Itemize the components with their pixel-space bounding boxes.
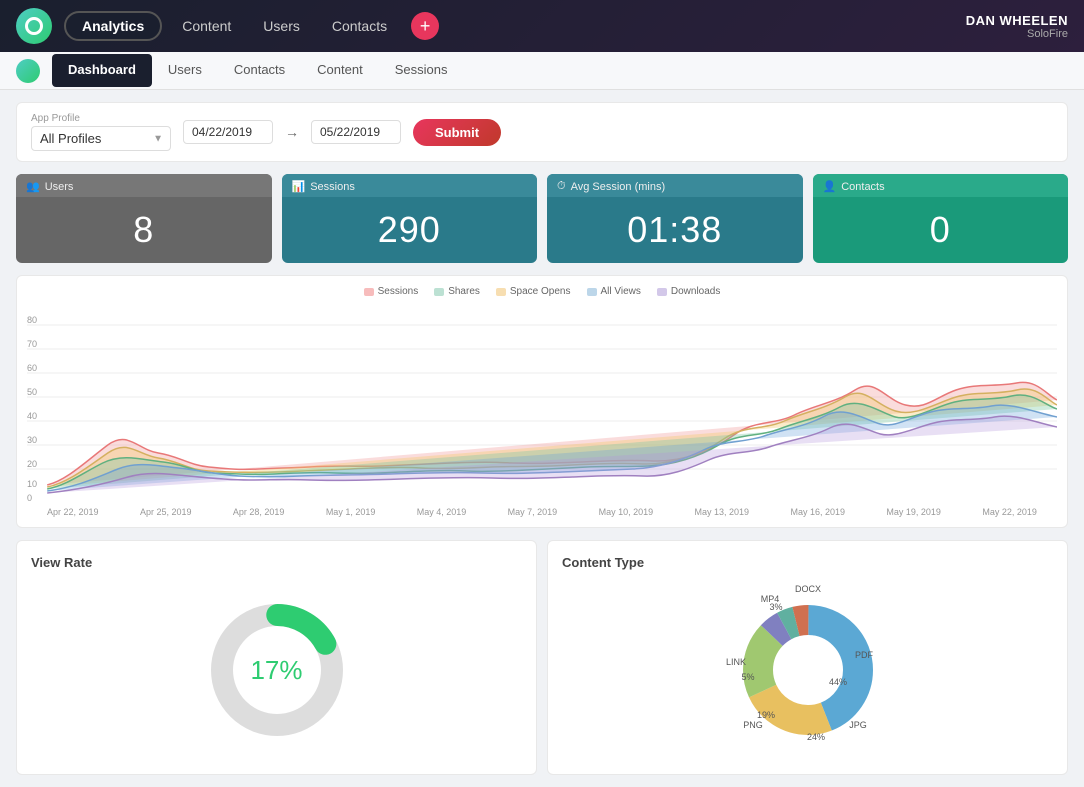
- sessions-card: 📊 Sessions 290: [282, 174, 538, 263]
- avg-session-value: 01:38: [547, 197, 803, 263]
- user-name: DAN WHEELEN: [966, 13, 1068, 28]
- x-axis-label: May 16, 2019: [790, 507, 845, 517]
- svg-text:30: 30: [27, 435, 37, 445]
- sessions-icon: 📊: [292, 180, 306, 193]
- sessions-label: 📊 Sessions: [282, 174, 538, 197]
- x-axis-labels: Apr 22, 2019 Apr 25, 2019 Apr 28, 2019 May …: [27, 505, 1057, 517]
- x-axis-label: Apr 28, 2019: [233, 507, 285, 517]
- filter-bar: App Profile All Profiles ▼ → Submit: [16, 102, 1068, 162]
- x-axis-label: May 22, 2019: [982, 507, 1037, 517]
- content-type-panel: Content Type: [547, 540, 1068, 775]
- donut-chart: 17%: [197, 590, 357, 750]
- svg-text:DOCX: DOCX: [794, 584, 820, 594]
- stats-row: 👥 Users 8 📊 Sessions 290 ⏱ Avg Session (…: [16, 174, 1068, 263]
- contacts-card: 👤 Contacts 0: [813, 174, 1069, 263]
- subnav-users[interactable]: Users: [152, 54, 218, 87]
- x-axis-label: Apr 22, 2019: [47, 507, 99, 517]
- contacts-value: 0: [813, 197, 1069, 263]
- donut-chart-wrapper: 17%: [31, 580, 522, 760]
- submit-button[interactable]: Submit: [413, 119, 501, 146]
- x-axis-label: Apr 25, 2019: [140, 507, 192, 517]
- nav-content[interactable]: Content: [170, 13, 243, 39]
- svg-text:0: 0: [27, 493, 32, 503]
- main-content: App Profile All Profiles ▼ → Submit 👥 Us…: [0, 90, 1084, 787]
- view-rate-title: View Rate: [31, 555, 522, 570]
- contacts-label: 👤 Contacts: [813, 174, 1069, 197]
- users-label: 👥 Users: [16, 174, 272, 197]
- pie-svg: PDF JPG PNG LINK MP4 DOCX 44% 24% 19% 5%…: [708, 580, 908, 760]
- svg-text:3%: 3%: [769, 602, 782, 612]
- date-from-input[interactable]: [183, 120, 273, 144]
- svg-text:LINK: LINK: [725, 657, 745, 667]
- users-icon: 👥: [26, 180, 40, 193]
- sub-nav-logo: [16, 59, 40, 83]
- app-profile-select-wrapper: All Profiles ▼: [31, 126, 171, 151]
- svg-text:5%: 5%: [741, 672, 754, 682]
- view-rate-panel: View Rate 17%: [16, 540, 537, 775]
- contacts-icon: 👤: [823, 180, 837, 193]
- top-navigation: Analytics Content Users Contacts + DAN W…: [0, 0, 1084, 52]
- app-profile-select[interactable]: All Profiles: [31, 126, 171, 151]
- user-company: SoloFire: [966, 28, 1068, 40]
- legend-item-space opens: Space Opens: [496, 286, 571, 297]
- svg-text:44%: 44%: [828, 677, 846, 687]
- avg-session-card: ⏱ Avg Session (mins) 01:38: [547, 174, 803, 263]
- x-axis-label: May 4, 2019: [417, 507, 467, 517]
- x-axis-label: May 7, 2019: [508, 507, 558, 517]
- user-info: DAN WHEELEN SoloFire: [966, 13, 1068, 40]
- subnav-sessions[interactable]: Sessions: [379, 54, 464, 87]
- legend-item-all views: All Views: [587, 286, 641, 297]
- svg-text:60: 60: [27, 363, 37, 373]
- nav-contacts[interactable]: Contacts: [320, 13, 399, 39]
- svg-text:PDF: PDF: [855, 650, 874, 660]
- arrow-icon: →: [285, 124, 299, 140]
- subnav-content[interactable]: Content: [301, 54, 379, 87]
- svg-text:40: 40: [27, 411, 37, 421]
- logo-circle: [25, 17, 43, 35]
- legend-item-shares: Shares: [434, 286, 480, 297]
- nav-analytics-tab[interactable]: Analytics: [64, 11, 162, 41]
- app-profile-filter: App Profile All Profiles ▼: [31, 113, 171, 151]
- sub-navigation: Dashboard Users Contacts Content Session…: [0, 52, 1084, 90]
- donut-value: 17%: [250, 655, 302, 686]
- main-chart: 80 70 60 50 40 30 20 10 0: [27, 305, 1057, 505]
- legend-item-sessions: Sessions: [364, 286, 419, 297]
- svg-text:JPG: JPG: [849, 720, 867, 730]
- chart-legend: Sessions Shares Space Opens All Views Downlo…: [27, 286, 1057, 297]
- users-card: 👥 Users 8: [16, 174, 272, 263]
- svg-text:70: 70: [27, 339, 37, 349]
- main-chart-container: Sessions Shares Space Opens All Views Downlo…: [16, 275, 1068, 528]
- subnav-dashboard[interactable]: Dashboard: [52, 54, 152, 87]
- pie-chart-wrapper: PDF JPG PNG LINK MP4 DOCX 44% 24% 19% 5%…: [562, 580, 1053, 760]
- x-axis-label: May 13, 2019: [695, 507, 750, 517]
- nav-users[interactable]: Users: [251, 13, 312, 39]
- svg-text:80: 80: [27, 315, 37, 325]
- sessions-value: 290: [282, 197, 538, 263]
- clock-icon: ⏱: [557, 180, 566, 193]
- svg-text:24%: 24%: [806, 732, 824, 742]
- add-button[interactable]: +: [411, 12, 439, 40]
- x-axis-label: May 1, 2019: [326, 507, 376, 517]
- svg-text:PNG: PNG: [743, 720, 763, 730]
- x-axis-label: May 10, 2019: [599, 507, 654, 517]
- svg-text:50: 50: [27, 387, 37, 397]
- content-type-title: Content Type: [562, 555, 1053, 570]
- app-profile-label: App Profile: [31, 113, 171, 124]
- subnav-contacts[interactable]: Contacts: [218, 54, 301, 87]
- users-value: 8: [16, 197, 272, 263]
- legend-item-downloads: Downloads: [657, 286, 720, 297]
- app-logo: [16, 8, 52, 44]
- svg-text:10: 10: [27, 479, 37, 489]
- x-axis-label: May 19, 2019: [886, 507, 941, 517]
- date-to-input[interactable]: [311, 120, 401, 144]
- bottom-charts-row: View Rate 17% Content Typ: [16, 540, 1068, 775]
- avg-session-label: ⏱ Avg Session (mins): [547, 174, 803, 197]
- svg-text:20: 20: [27, 459, 37, 469]
